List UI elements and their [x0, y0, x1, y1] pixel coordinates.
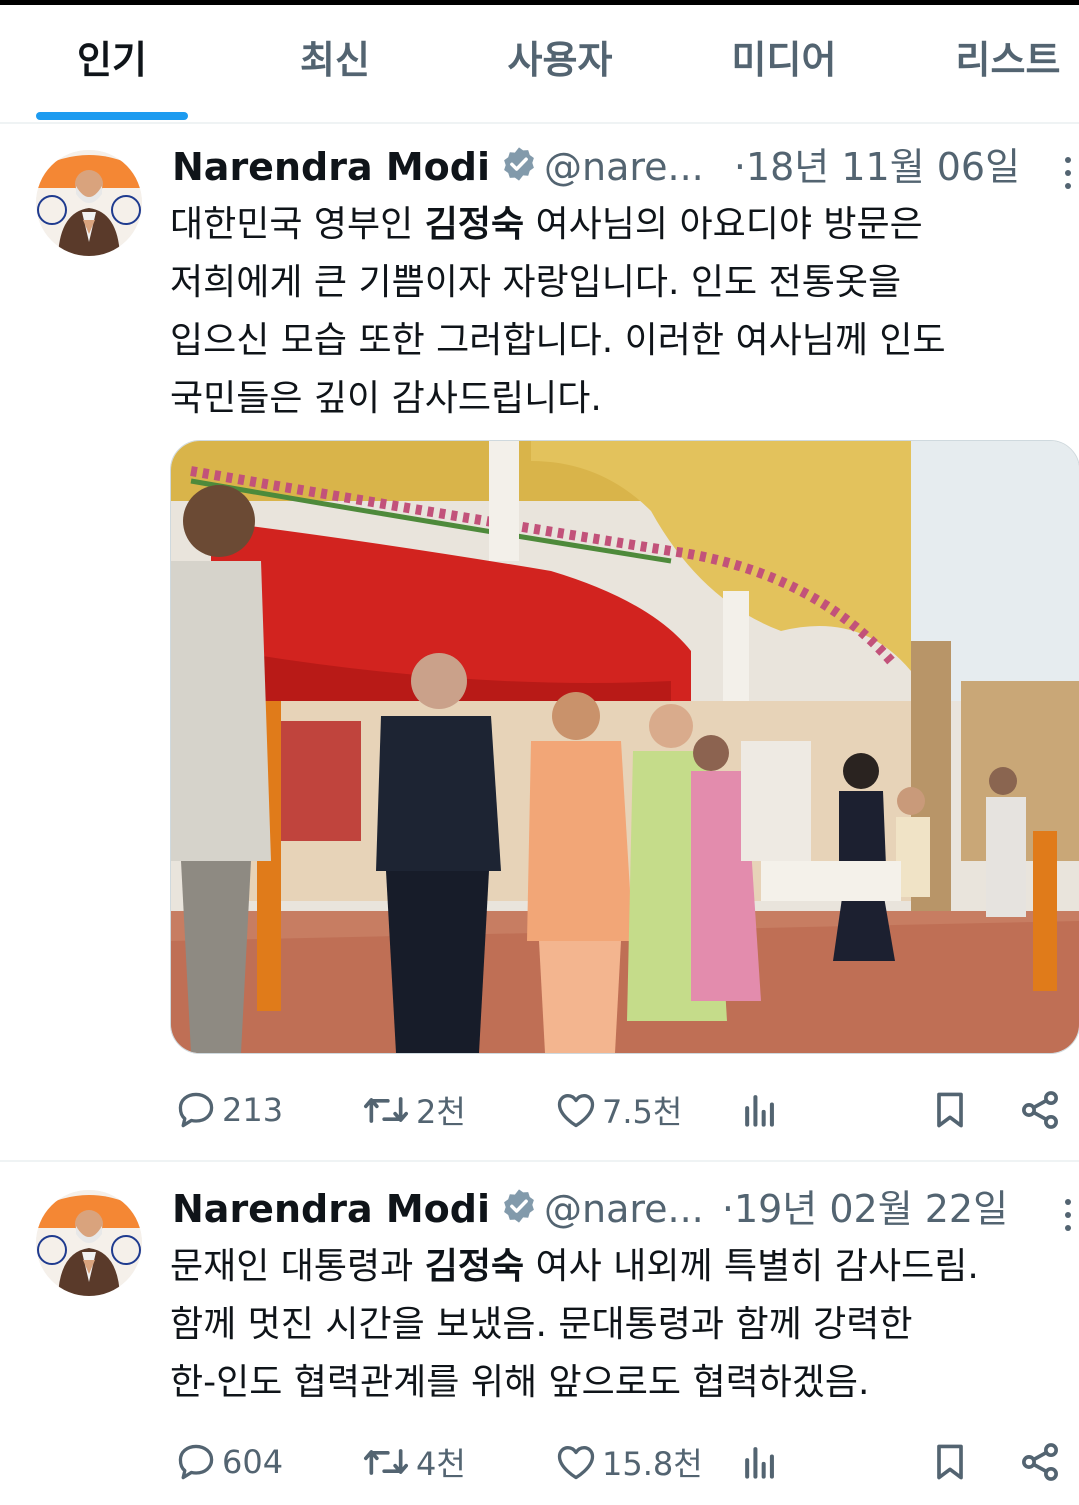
analytics-icon	[745, 1447, 774, 1479]
heart-icon	[557, 1446, 595, 1480]
tweet-text-line: 함께 멋진 시간을 보냈음. 문대통령과 함께 강력한	[170, 1304, 913, 1345]
repost-icon	[364, 1449, 408, 1475]
verified-badge-icon	[500, 145, 538, 195]
author-handle[interactable]: @nare...	[544, 145, 704, 189]
tweet-text: 대한민국 영부인 김정숙 여사님의 아요디야 방문은저희에게 큰 기쁨이자 자랑…	[170, 196, 1050, 428]
highlighted-term: 김정숙	[424, 1246, 525, 1287]
avatar-image	[36, 150, 142, 256]
like-count: 7.5천	[602, 1093, 683, 1131]
reply-button[interactable]: 213	[174, 1080, 283, 1140]
like-count: 15.8천	[602, 1445, 703, 1483]
tweet-text-line: 입으신 모습 또한 그러합니다. 이러한 여사님께 인도	[170, 320, 946, 361]
reply-icon	[178, 1092, 214, 1128]
active-tab-indicator	[36, 112, 188, 120]
tweet-text: 문재인 대통령과 김정숙 여사 내외께 특별히 감사드림. 함께 멋진 시간을 보…	[170, 1238, 1070, 1412]
photo-stage-ceremony	[171, 441, 1079, 1053]
views-button[interactable]	[738, 1080, 782, 1140]
reply-count: 604	[222, 1443, 284, 1481]
tweet-text-line: 국민들은 깊이 감사드립니다.	[170, 378, 602, 419]
avatar-image	[36, 1190, 142, 1296]
tweet-text-part: 대한민국 영부인	[170, 204, 425, 245]
reply-icon	[178, 1444, 214, 1480]
tab-media[interactable]: 미디어	[732, 35, 837, 85]
highlighted-term: 김정숙	[424, 204, 525, 245]
tweet-date[interactable]: 18년 11월 06일	[746, 145, 1020, 189]
repost-button[interactable]: 2천	[360, 1080, 466, 1140]
separator-dot: ·	[733, 145, 746, 189]
repost-count: 2천	[416, 1093, 466, 1131]
tweet-date[interactable]: 19년 02월 22일	[734, 1187, 1008, 1231]
share-button[interactable]	[1018, 1080, 1062, 1140]
more-options-icon[interactable]	[1058, 1190, 1078, 1240]
bookmark-button[interactable]	[928, 1080, 972, 1140]
bookmark-icon	[937, 1444, 963, 1480]
tweet-photo[interactable]	[170, 440, 1079, 1054]
tab-top[interactable]: 인기	[77, 35, 147, 85]
tab-lists[interactable]: 리스트	[956, 35, 1061, 85]
tweet-text-part: 여사님의 아요디야 방문은	[524, 204, 923, 245]
avatar[interactable]	[36, 150, 142, 256]
tweet-actions: 213 2천 7.5천	[0, 1080, 1079, 1140]
author-name[interactable]: Narendra Modi	[172, 145, 490, 189]
views-button[interactable]	[738, 1432, 782, 1492]
like-button[interactable]: 7.5천	[554, 1080, 682, 1140]
like-button[interactable]: 15.8천	[554, 1432, 703, 1492]
share-icon	[1022, 1443, 1058, 1481]
analytics-icon	[745, 1095, 774, 1127]
separator-dot: ·	[721, 1187, 734, 1231]
share-icon	[1022, 1091, 1058, 1129]
tweet-text-part: 문재인 대통령과	[170, 1246, 425, 1287]
tweet-text-line: 저희에게 큰 기쁨이자 자랑입니다. 인도 전통옷을	[170, 262, 902, 303]
tweet-header: Narendra Modi @nare... ·19년 02월 22일	[172, 1184, 1008, 1234]
repost-icon	[364, 1097, 408, 1123]
heart-icon	[557, 1094, 595, 1128]
repost-count: 4천	[416, 1445, 466, 1483]
search-tabs: 인기 최신 사용자 미디어 리스트	[0, 5, 1079, 124]
repost-button[interactable]: 4천	[360, 1432, 466, 1492]
reply-count: 213	[222, 1091, 284, 1129]
tab-latest[interactable]: 최신	[300, 35, 370, 85]
author-name[interactable]: Narendra Modi	[172, 1187, 490, 1231]
tab-people[interactable]: 사용자	[508, 35, 613, 85]
tweet-text-line: 한-인도 협력관계를 위해 앞으로도 협력하겠음.	[170, 1362, 870, 1403]
avatar[interactable]	[36, 1190, 142, 1296]
share-button[interactable]	[1018, 1432, 1062, 1492]
reply-button[interactable]: 604	[174, 1432, 283, 1492]
bookmark-button[interactable]	[928, 1432, 972, 1492]
verified-badge-icon	[500, 1187, 538, 1237]
more-options-icon[interactable]	[1058, 148, 1078, 198]
tweet-divider	[0, 1160, 1079, 1162]
author-handle[interactable]: @nare...	[544, 1187, 704, 1231]
tweet-header: Narendra Modi @nare... ·18년 11월 06일	[172, 142, 1020, 192]
tweet-text-part: 여사 내외께 특별히 감사드림.	[524, 1246, 979, 1287]
tweet-actions: 604 4천 15.8천	[0, 1432, 1079, 1492]
bookmark-icon	[937, 1092, 963, 1128]
